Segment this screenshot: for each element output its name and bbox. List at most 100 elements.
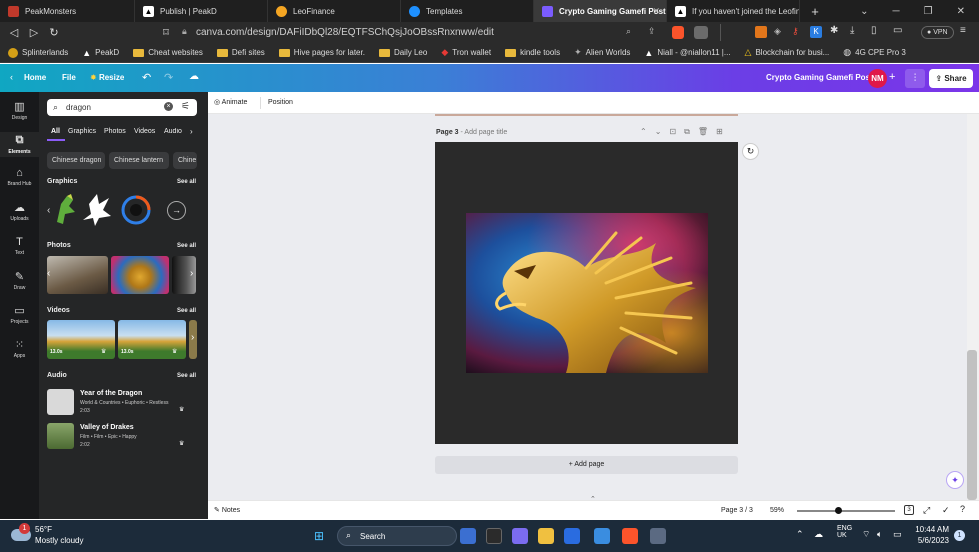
undo-icon[interactable]: ↶ bbox=[142, 71, 151, 84]
video-dragon-statue-1[interactable]: 13.0s ♛ bbox=[47, 320, 115, 359]
home-button[interactable]: Home bbox=[24, 73, 46, 82]
add-page-title[interactable]: - Add page title bbox=[461, 129, 508, 136]
tab-list-icon[interactable]: ⌄ bbox=[860, 6, 868, 17]
vpn-button[interactable]: ● VPN bbox=[921, 26, 954, 39]
maximize-icon[interactable]: ❐ bbox=[924, 6, 933, 17]
add-collaborator-icon[interactable]: + bbox=[889, 71, 895, 83]
chip-chinese-lantern[interactable]: Chinese lantern bbox=[109, 152, 169, 169]
bookmark-alien-worlds[interactable]: ✦ Alien Worlds bbox=[574, 47, 630, 58]
brave-icon[interactable] bbox=[622, 528, 638, 544]
chevron-left-icon[interactable]: ‹ bbox=[47, 205, 50, 216]
file-explorer-icon[interactable] bbox=[538, 528, 554, 544]
nav-uploads[interactable]: ☁ Uploads bbox=[0, 201, 39, 222]
photos-see-all[interactable]: See all bbox=[177, 243, 196, 249]
zoom-level[interactable]: 59% bbox=[770, 507, 784, 514]
video-dragon-statue-2[interactable]: 13.0s ♛ bbox=[118, 320, 186, 359]
bookmark-icon[interactable]: ⌑ bbox=[156, 26, 176, 39]
key-extension-icon[interactable]: ⚷ bbox=[792, 26, 799, 37]
cloud-saved-icon[interactable]: ☁ bbox=[189, 71, 199, 82]
mail-icon[interactable] bbox=[594, 528, 610, 544]
clock-date[interactable]: 5/6/2023 bbox=[907, 536, 949, 545]
more-graphics-arrow-icon[interactable]: → bbox=[167, 201, 186, 220]
new-tab-button[interactable]: + bbox=[800, 0, 830, 22]
windows-start-icon[interactable]: ⊞ bbox=[314, 529, 324, 543]
brave-rewards-icon[interactable] bbox=[694, 26, 708, 39]
golden-dragon-image[interactable] bbox=[466, 213, 708, 373]
check-icon[interactable]: ✓ bbox=[942, 505, 950, 516]
tab-graphics[interactable]: Graphics bbox=[68, 128, 96, 135]
bookmark-splinterlands[interactable]: Splinterlands bbox=[8, 47, 68, 58]
chevron-left-icon[interactable]: ‹ bbox=[10, 72, 13, 82]
nav-brand-hub[interactable]: ⌂ Brand Hub bbox=[0, 167, 39, 187]
close-tab-icon[interactable]: ✕ bbox=[652, 6, 660, 17]
tab-crypto-gaming[interactable]: Crypto Gaming Gamefi Post ✕ bbox=[534, 0, 667, 22]
search-input[interactable]: ⌕ dragon × ⚟ bbox=[47, 99, 197, 116]
wifi-icon[interactable]: ⌔ bbox=[862, 529, 870, 540]
add-page-button[interactable]: + Add page bbox=[435, 456, 738, 474]
photo-dragon-statue[interactable] bbox=[47, 256, 108, 294]
nav-draw[interactable]: ✎ Draw bbox=[0, 270, 39, 291]
clear-search-icon[interactable]: × bbox=[164, 102, 173, 111]
clock-time[interactable]: 10:44 AM bbox=[913, 525, 949, 534]
avatar[interactable]: NM bbox=[868, 69, 887, 88]
animate-button[interactable]: ◎ Animate bbox=[214, 98, 247, 106]
audio-item[interactable]: Valley of Drakes Film • Film • Epic • Ha… bbox=[47, 423, 197, 451]
tab-all[interactable]: All bbox=[51, 128, 60, 135]
delete-page-icon[interactable]: 🗑︎ bbox=[698, 127, 708, 137]
tab-leofinance[interactable]: LeoFinance bbox=[268, 0, 401, 22]
tray-chevron-icon[interactable]: ⌃ bbox=[796, 529, 804, 540]
bookmark-hive-pages[interactable]: Hive pages for later. bbox=[278, 48, 365, 57]
refresh-icon[interactable]: ↻ bbox=[742, 143, 759, 160]
taskbar-search-input[interactable]: ⌕ Search bbox=[337, 526, 457, 546]
zoom-slider-handle[interactable] bbox=[835, 507, 842, 514]
onedrive-icon[interactable]: ☁ bbox=[814, 529, 823, 540]
tab-templates[interactable]: Templates bbox=[401, 0, 534, 22]
page-count[interactable]: Page 3 / 3 bbox=[721, 507, 753, 514]
bookmark-peakd[interactable]: ▲ PeakD bbox=[82, 48, 119, 58]
zoom-slider[interactable] bbox=[797, 510, 895, 512]
graphic-white-dragon[interactable] bbox=[79, 190, 115, 230]
insights-icon[interactable]: ⫶ bbox=[905, 69, 925, 88]
calendar-app-icon[interactable] bbox=[650, 528, 666, 544]
notes-button[interactable]: ✎ Notes bbox=[214, 506, 240, 514]
extension-icon[interactable]: ◈ bbox=[774, 26, 781, 37]
share-page-icon[interactable]: ⇪ bbox=[648, 26, 656, 37]
zoom-icon[interactable]: ⌕ bbox=[626, 26, 631, 37]
fullscreen-icon[interactable]: ⤢ bbox=[923, 505, 930, 516]
chip-chinese-dragon[interactable]: Chinese dragon bbox=[47, 152, 105, 169]
chevron-right-icon[interactable]: › bbox=[190, 268, 193, 279]
bookmark-niall[interactable]: ▲ Niall - @niallon11 |... bbox=[644, 48, 730, 58]
nav-apps[interactable]: ⁙ Apps bbox=[0, 338, 39, 359]
position-button[interactable]: Position bbox=[268, 99, 293, 106]
tab-videos[interactable]: Videos bbox=[134, 128, 155, 135]
bookmark-blockchain[interactable]: △ Blockchain for busi... bbox=[745, 47, 830, 58]
move-page-down-icon[interactable]: ⌄ bbox=[655, 127, 662, 137]
audio-item[interactable]: Year of the Dragon World & Countries • E… bbox=[47, 389, 197, 417]
redo-icon[interactable]: ↷ bbox=[164, 71, 173, 84]
nav-elements[interactable]: ⧉ Elements bbox=[0, 132, 39, 157]
tab-audio[interactable]: Audio bbox=[164, 128, 182, 135]
extensions-puzzle-icon[interactable]: ✱ bbox=[830, 25, 838, 36]
volume-icon[interactable]: 🔈︎ bbox=[877, 529, 882, 540]
share-button[interactable]: ⇪ Share bbox=[929, 69, 973, 88]
nav-text[interactable]: T Text bbox=[0, 236, 39, 256]
scrollbar-thumb[interactable] bbox=[967, 350, 977, 500]
filter-icon[interactable]: ⚟ bbox=[181, 101, 190, 112]
graphic-fire-ring-dragon[interactable] bbox=[119, 192, 153, 228]
lock-page-icon[interactable]: ⊡ bbox=[669, 127, 676, 137]
wallet-icon[interactable]: ▭ bbox=[893, 25, 902, 36]
videos-see-all[interactable]: See all bbox=[177, 308, 196, 314]
graphics-see-all[interactable]: See all bbox=[177, 179, 196, 185]
brave-shield-icon[interactable] bbox=[672, 26, 684, 39]
menu-icon[interactable]: ≡ bbox=[960, 25, 966, 36]
file-menu-button[interactable]: File bbox=[62, 73, 76, 82]
url-field[interactable]: canva.com/design/DAFiIDbQl28/EQTFSChQsjJ… bbox=[196, 25, 642, 40]
expand-pages-icon[interactable]: ⌃ bbox=[590, 495, 596, 503]
teams-icon[interactable] bbox=[512, 528, 528, 544]
chevron-left-icon[interactable]: ‹ bbox=[47, 268, 50, 279]
bookmark-daily-leo[interactable]: Daily Leo bbox=[378, 48, 427, 57]
help-icon[interactable]: ? bbox=[960, 504, 965, 514]
nav-projects[interactable]: ▭ Projects bbox=[0, 304, 39, 325]
task-view-icon[interactable] bbox=[486, 528, 502, 544]
weather-status[interactable]: Mostly cloudy bbox=[35, 536, 83, 545]
